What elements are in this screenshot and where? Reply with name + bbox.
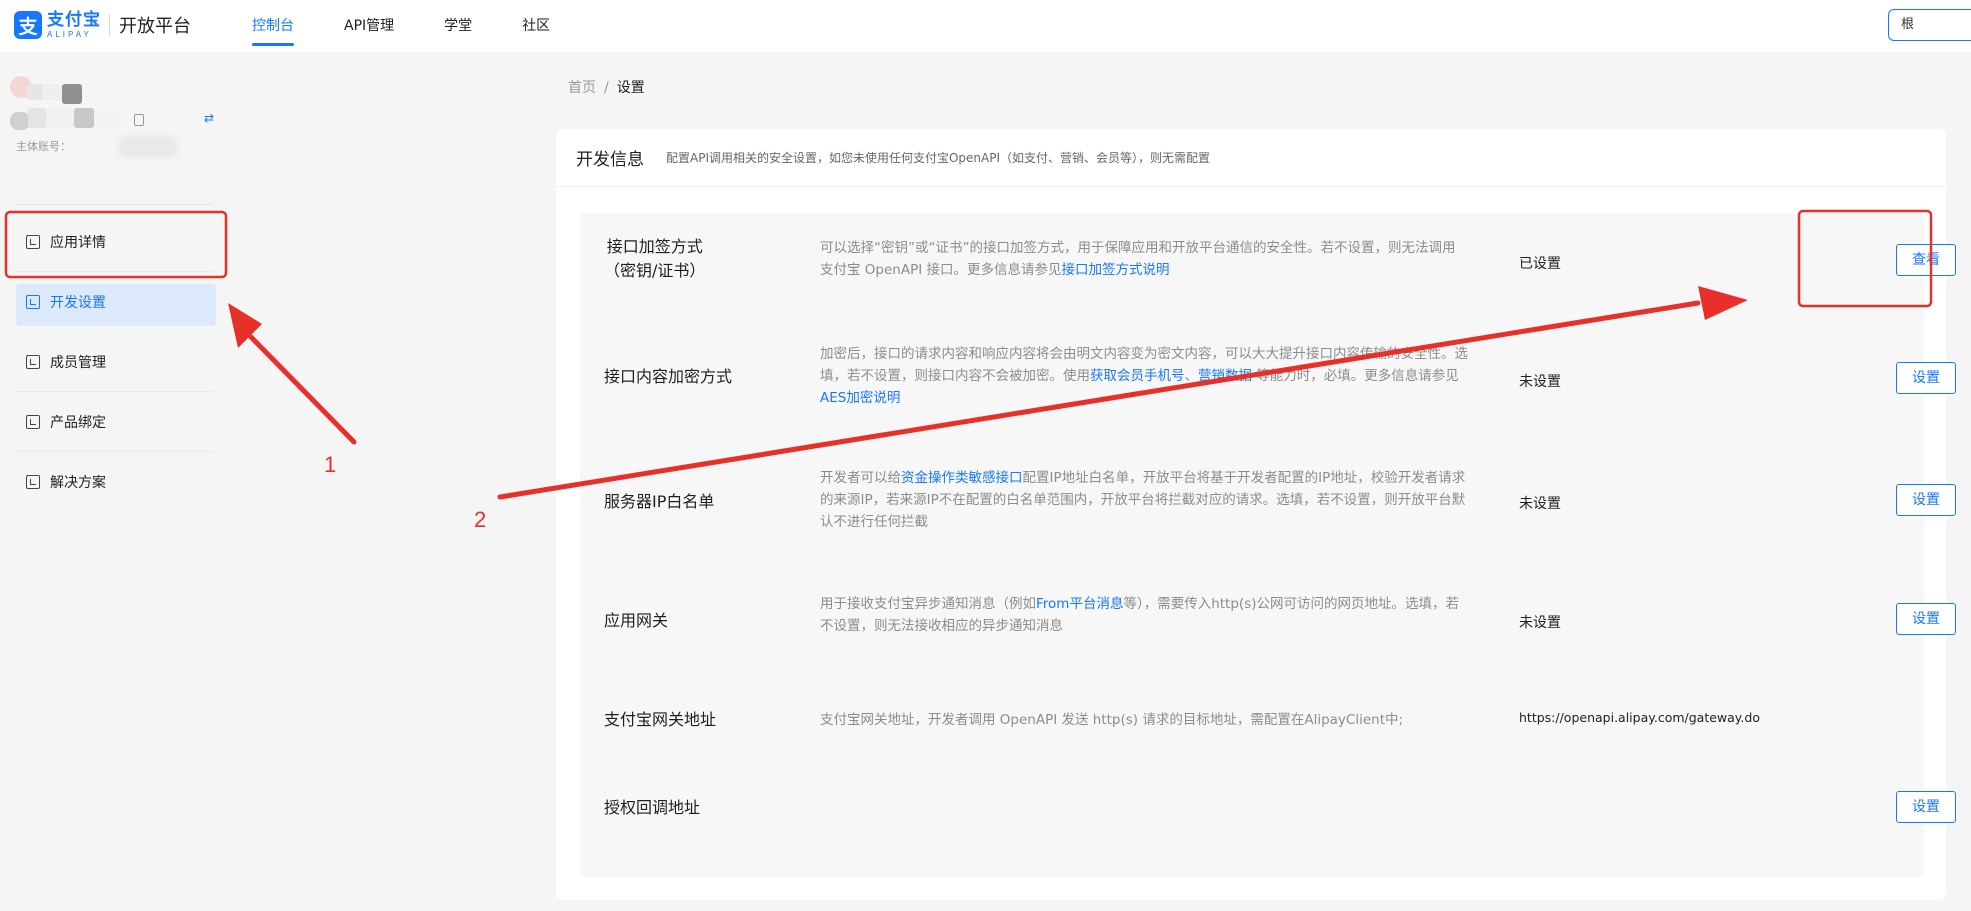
active-highlight <box>16 284 216 326</box>
settings-row-ip-whitelist: 服务器IP白名单 开发者可以给资金操作类敏感接口配置IP地址白名单，开放平台将基… <box>580 451 1956 575</box>
sidebar: ⇄ 主体账号： 应用详情 开发设置 成员管理 产品绑定 解决方案 <box>0 52 228 911</box>
sidebar-item-dev-settings[interactable]: 开发设置 <box>14 272 216 332</box>
breadcrumb: 首页 / 设置 <box>568 77 645 97</box>
row-description: 支付宝网关地址，开发者调用 OpenAPI 发送 http(s) 请求的目标地址… <box>820 712 1404 728</box>
from-platform-message-link[interactable]: From平台消息 <box>1036 596 1123 612</box>
logo-en-text: ALIPAY <box>47 29 92 39</box>
copy-icon[interactable] <box>134 114 144 126</box>
account-info: ⇄ 主体账号： <box>10 68 220 158</box>
status-text: 未设置 <box>1519 374 1561 390</box>
settings-row-app-gateway: 应用网关 用于接收支付宝异步通知消息（例如From平台消息等），需要传入http… <box>580 575 1956 679</box>
switch-account-icon[interactable]: ⇄ <box>204 111 214 125</box>
row-description: 加密后，接口的请求内容和响应内容将会由明文内容变为密文内容，可以大大提升接口内容… <box>820 346 1468 406</box>
search-input[interactable]: 根 <box>1888 9 1971 41</box>
row-title: 接口内容加密方式 <box>604 367 733 386</box>
arrow-1-head <box>228 303 262 348</box>
arrow-1-shaft <box>247 333 357 445</box>
breadcrumb-home[interactable]: 首页 <box>568 80 596 96</box>
set-button[interactable]: 设置 <box>1896 484 1956 516</box>
row-title: 支付宝网关地址 <box>604 710 717 729</box>
settings-row-sign-method: 接口加签方式 （密钥/证书） 可以选择“密钥”或“证书”的接口加签方式，用于保障… <box>580 213 1956 331</box>
nav-community[interactable]: 社区 <box>522 0 550 52</box>
chart-icon <box>26 234 40 249</box>
row-title: 接口加签方式 （密钥/证书） <box>604 237 706 280</box>
annotation-label-1: 1 <box>324 452 337 477</box>
status-text: 已设置 <box>1519 256 1561 272</box>
get-member-phone-link[interactable]: 获取会员手机号 <box>1090 368 1185 384</box>
set-button[interactable]: 设置 <box>1896 791 1956 823</box>
alipay-logo[interactable]: 支 支付宝 ALIPAY 开放平台 <box>14 11 191 39</box>
alipay-logo-icon: 支 <box>14 11 42 39</box>
sidebar-menu: 应用详情 开发设置 成员管理 产品绑定 解决方案 <box>14 212 216 512</box>
sign-method-doc-link[interactable]: 接口加签方式说明 <box>1062 262 1170 278</box>
top-nav: 控制台 API管理 学堂 社区 <box>252 0 600 52</box>
row-description: 可以选择“密钥”或“证书”的接口加签方式，用于保障应用和开放平台通信的安全性。若… <box>820 240 1456 278</box>
breadcrumb-current: 设置 <box>616 80 645 96</box>
sensitive-api-link[interactable]: 资金操作类敏感接口 <box>901 470 1023 486</box>
row-description: 开发者可以给资金操作类敏感接口配置IP地址白名单，开放平台将基于开发者配置的IP… <box>820 470 1466 530</box>
logo-divider <box>109 14 110 36</box>
top-bar: 支 支付宝 ALIPAY 开放平台 控制台 API管理 学堂 社区 根 <box>0 0 1971 52</box>
nav-console[interactable]: 控制台 <box>252 0 294 52</box>
members-icon <box>26 354 40 369</box>
settings-row-content-encryption: 接口内容加密方式 加密后，接口的请求内容和响应内容将会由明文内容变为密文内容，可… <box>580 331 1956 451</box>
set-button[interactable]: 设置 <box>1896 362 1956 394</box>
sidebar-item-app-details[interactable]: 应用详情 <box>14 212 213 272</box>
sidebar-item-members[interactable]: 成员管理 <box>14 332 213 392</box>
status-text: 未设置 <box>1519 615 1561 631</box>
sidebar-item-solutions[interactable]: 解决方案 <box>14 452 213 512</box>
row-title: 应用网关 <box>604 611 669 630</box>
settings-list: 接口加签方式 （密钥/证书） 可以选择“密钥”或“证书”的接口加签方式，用于保障… <box>580 213 1956 877</box>
solution-icon <box>26 475 40 489</box>
aes-doc-link[interactable]: AES加密说明 <box>820 390 900 406</box>
annotation-label-2: 2 <box>474 507 487 532</box>
settings-row-alipay-gateway: 支付宝网关地址 支付宝网关地址，开发者调用 OpenAPI 发送 http(s)… <box>580 679 1924 765</box>
marketing-data-link[interactable]: 营销数据 <box>1198 368 1252 384</box>
platform-name: 开放平台 <box>119 16 191 37</box>
product-icon <box>26 414 40 429</box>
status-text: 未设置 <box>1519 496 1561 512</box>
view-button[interactable]: 查看 <box>1896 244 1956 276</box>
settings-row-auth-callback: 授权回调地址 设置 <box>580 765 1956 865</box>
row-description: 用于接收支付宝异步通知消息（例如From平台消息等），需要传入http(s)公网… <box>820 596 1459 634</box>
row-title: 服务器IP白名单 <box>604 492 715 511</box>
account-label: 主体账号： <box>16 140 71 153</box>
logo-cn-text: 支付宝 <box>47 9 101 30</box>
sidebar-item-product-binding[interactable]: 产品绑定 <box>14 392 213 452</box>
dev-info-card: 开发信息 配置API调用相关的安全设置，如您未使用任何支付宝OpenAPI（如支… <box>556 129 1956 900</box>
card-description: 配置API调用相关的安全设置，如您未使用任何支付宝OpenAPI（如支付、营销、… <box>666 151 1211 165</box>
settings-icon <box>26 294 40 309</box>
nav-api-management[interactable]: API管理 <box>344 0 394 52</box>
set-button[interactable]: 设置 <box>1896 603 1956 635</box>
card-header: 开发信息 配置API调用相关的安全设置，如您未使用任何支付宝OpenAPI（如支… <box>556 129 1946 187</box>
gateway-url: https://openapi.alipay.com/gateway.do <box>1519 710 1760 725</box>
page-title: 开发信息 <box>576 150 644 170</box>
nav-academy[interactable]: 学堂 <box>444 0 472 52</box>
sidebar-divider <box>14 204 213 205</box>
row-title: 授权回调地址 <box>604 798 701 817</box>
account-value-blurred <box>118 136 178 158</box>
breadcrumb-separator: / <box>604 80 609 96</box>
